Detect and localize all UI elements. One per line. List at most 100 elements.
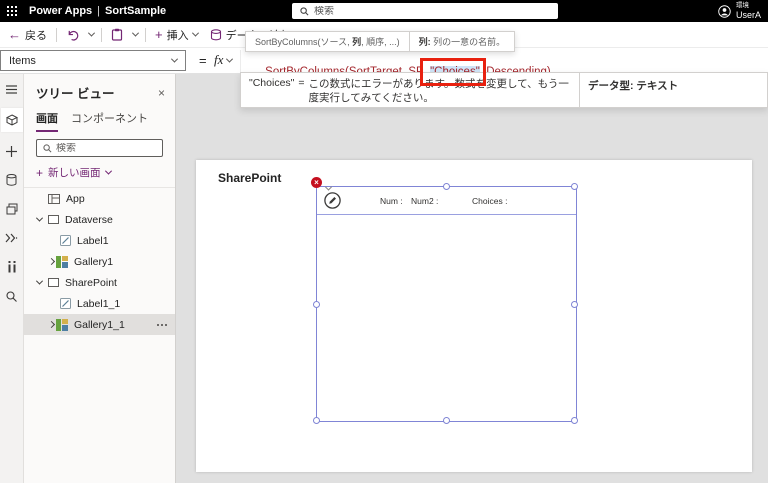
- signature-current-param: 列: [352, 35, 361, 48]
- gallery-menu-chevron[interactable]: [326, 178, 331, 196]
- chevron-down-icon: [171, 56, 178, 63]
- resize-handle-top[interactable]: [443, 183, 450, 190]
- add-data-icon: [210, 29, 222, 41]
- property-selector[interactable]: Items: [0, 50, 186, 71]
- back-label: 戻る: [25, 27, 47, 43]
- close-icon[interactable]: ×: [158, 87, 165, 99]
- error-badge-icon[interactable]: ×: [311, 177, 322, 188]
- tree-item-label: Label1_1: [77, 298, 120, 310]
- tab-components[interactable]: コンポーネント: [71, 110, 148, 132]
- clipboard-icon: [111, 28, 123, 41]
- tree-item-label1-1[interactable]: Label1_1: [24, 293, 175, 314]
- power-automate-icon[interactable]: [1, 228, 23, 248]
- chevron-down-icon: [104, 168, 111, 175]
- toolbar-divider: [101, 28, 102, 42]
- new-screen-label: 新しい画面: [48, 165, 101, 180]
- function-signature-tooltip: SortByColumns(ソース, 列, 順序, ...) 列: 列の一意の名…: [245, 31, 515, 52]
- panel-title: ツリー ビュー: [36, 83, 114, 102]
- waffle-icon[interactable]: [7, 6, 17, 16]
- tree-view-icon[interactable]: [1, 108, 23, 132]
- left-navigation-rail: [0, 74, 24, 483]
- signature-prefix: SortByColumns(ソース,: [255, 35, 352, 48]
- search-input[interactable]: [314, 6, 558, 17]
- tree-item-label1[interactable]: Label1: [24, 230, 175, 251]
- label-icon: [60, 298, 71, 309]
- formula-error-tooltip: "Choices" = この数式にエラーがあります。数式を変更して、もう一度実行…: [240, 72, 768, 108]
- title-separator: |: [92, 5, 105, 17]
- tree-item-gallery1[interactable]: Gallery1: [24, 251, 175, 272]
- tree-item-app[interactable]: App: [24, 188, 175, 209]
- resize-handle-right[interactable]: [571, 301, 578, 308]
- tree-item-label: Label1: [77, 235, 109, 247]
- user-name: UserA: [736, 11, 761, 20]
- back-button[interactable]: ← 戻る: [2, 24, 53, 46]
- resize-handle-left[interactable]: [313, 301, 320, 308]
- insert-label: 挿入: [167, 27, 189, 43]
- resize-handle-bottom-left[interactable]: [313, 417, 320, 424]
- tree-item-label: Dataverse: [65, 214, 113, 226]
- label-icon: [60, 235, 71, 246]
- data-icon[interactable]: [1, 170, 23, 190]
- canvas-area: SharePoint × Num : Num2 : Choices :: [176, 74, 768, 483]
- tree-item-label: App: [66, 193, 85, 205]
- gallery-field-num2: Num2 :: [411, 196, 438, 206]
- undo-button[interactable]: [60, 24, 85, 46]
- tree-search-input[interactable]: [56, 143, 162, 154]
- app-screen-canvas: SharePoint × Num : Num2 : Choices :: [196, 160, 752, 472]
- app-title: Power Apps|SortSample: [29, 5, 166, 17]
- tree-tabs: 画面 コンポーネント: [24, 106, 175, 132]
- gallery-item-template[interactable]: Num : Num2 : Choices :: [317, 187, 576, 215]
- paste-menu-button[interactable]: [129, 24, 142, 46]
- fx-button[interactable]: fx: [214, 52, 232, 68]
- insert-button[interactable]: + 挿入: [149, 24, 204, 46]
- more-options-icon[interactable]: [161, 324, 163, 326]
- gallery-icon: [56, 256, 68, 268]
- screen-title-label[interactable]: SharePoint: [218, 171, 281, 185]
- plus-icon: +: [155, 28, 163, 41]
- tree-search-box[interactable]: [36, 139, 163, 157]
- search-icon: [43, 144, 52, 153]
- error-message: この数式にエラーがあります。数式を変更して、もう一度実行してみてください。: [309, 77, 571, 103]
- paste-button[interactable]: [105, 24, 129, 46]
- account-area[interactable]: 環境 UserA: [718, 0, 761, 22]
- datatype-panel: データ型: テキスト: [579, 73, 686, 107]
- undo-menu-button[interactable]: [85, 24, 98, 46]
- error-equals: =: [298, 77, 304, 103]
- rail-search-icon[interactable]: [1, 286, 23, 306]
- hamburger-menu-icon[interactable]: [1, 79, 23, 99]
- signature-suffix: , 順序, ...): [361, 35, 400, 48]
- back-arrow-icon: ←: [8, 28, 21, 41]
- tree-item-label: Gallery1: [74, 256, 113, 268]
- tree-item-gallery1-1[interactable]: Gallery1_1: [24, 314, 175, 335]
- resize-handle-bottom-right[interactable]: [571, 417, 578, 424]
- tree-item-label: SharePoint: [65, 277, 117, 289]
- gallery-field-choices: Choices :: [472, 196, 507, 206]
- selected-property: Items: [9, 55, 36, 67]
- error-term: "Choices": [249, 77, 294, 103]
- tree-item-label: Gallery1_1: [74, 319, 125, 331]
- tree-item-sharepoint-screen[interactable]: SharePoint: [24, 272, 175, 293]
- chevron-down-icon: [35, 278, 42, 285]
- tab-screens[interactable]: 画面: [36, 110, 58, 132]
- resize-handle-top-right[interactable]: [571, 183, 578, 190]
- global-search-box[interactable]: [292, 3, 558, 19]
- resize-handle-bottom[interactable]: [443, 417, 450, 424]
- top-app-bar: Power Apps|SortSample 環境 UserA: [0, 0, 768, 22]
- power-apps-studio: Power Apps|SortSample 環境 UserA ← 戻る: [0, 0, 768, 483]
- undo-icon: [66, 29, 79, 41]
- insert-icon[interactable]: [1, 141, 23, 161]
- signature-text: SortByColumns(ソース, 列, 順序, ...): [246, 32, 409, 51]
- new-screen-button[interactable]: + 新しい画面: [24, 157, 175, 187]
- toolbar-divider: [145, 28, 146, 42]
- variables-icon[interactable]: [1, 257, 23, 277]
- document-name: SortSample: [105, 5, 166, 17]
- screen-icon: [48, 215, 59, 224]
- toolbar-divider: [56, 28, 57, 42]
- tree-item-dataverse-screen[interactable]: Dataverse: [24, 209, 175, 230]
- formula-bar-divider: [240, 50, 241, 72]
- gallery-control-selected[interactable]: × Num : Num2 : Choices :: [316, 186, 577, 422]
- screens-icon[interactable]: [1, 199, 23, 219]
- hint-param-name: 列:: [419, 35, 431, 48]
- screen-icon: [48, 278, 59, 287]
- product-name: Power Apps: [29, 5, 92, 17]
